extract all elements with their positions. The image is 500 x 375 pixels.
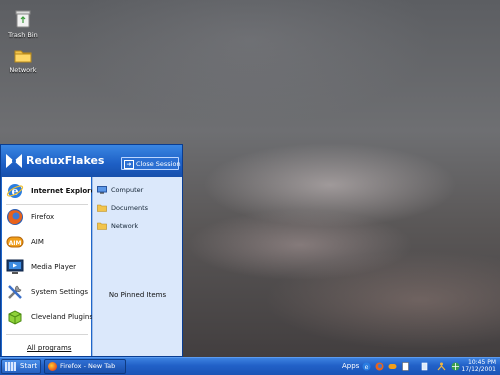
system-settings-icon [8,285,22,299]
program-aim[interactable]: AIM AIM [5,232,89,252]
task-firefox-new-tab[interactable]: Firefox - New Tab [44,359,126,374]
program-label: Media Player [31,263,77,271]
desktop-icon-label: Trash Bin [8,31,38,39]
program-label: Cleveland Plugins [31,313,94,321]
internet-explorer-icon: e [6,184,24,198]
network-icon [97,222,107,230]
close-session-label: Close Session [136,160,181,168]
apps-menu[interactable]: Apps [342,362,359,370]
start-label: Start [20,362,38,370]
firefox-icon [48,362,57,371]
clock-date: 17/12/2001 [461,366,496,373]
place-label: Network [111,222,139,230]
all-programs-link[interactable]: All programs [27,344,71,352]
aim-icon: AIM [6,236,24,248]
divider [6,334,88,335]
program-label: Internet Explorer [31,187,99,195]
logout-icon: ➜ [124,160,134,169]
program-label: System Settings [31,288,89,296]
place-label: Computer [111,186,144,194]
cleveland-plugins-icon [8,310,22,325]
desktop-icon-network[interactable]: Network [0,48,46,74]
program-firefox[interactable]: Firefox [5,207,89,227]
internet-explorer-icon[interactable]: e [362,362,371,371]
document-icon[interactable] [401,362,410,371]
computer-icon [97,186,107,194]
close-session-button[interactable]: ➜ Close Session [121,157,181,170]
start-menu: ReduxFlakes ➜ Close Session e Internet E… [0,144,183,357]
trash-bin-icon [15,10,31,28]
place-documents[interactable]: Documents [97,203,177,215]
clock-time: 10:45 PM [468,359,496,366]
start-menu-title: ReduxFlakes [26,154,105,167]
firefox-icon[interactable] [375,362,384,371]
program-label: Firefox [31,213,55,221]
desktop-icon-label: Network [9,66,37,74]
clock[interactable]: 10:45 PM 17/12/2001 [461,359,496,373]
program-label: AIM [31,238,44,246]
svg-text:e: e [365,364,369,371]
firefox-icon [7,209,23,225]
folder-icon [14,50,32,63]
program-system-settings[interactable]: System Settings [5,282,89,302]
divider [6,204,88,205]
place-network[interactable]: Network [97,221,177,233]
place-label: Documents [111,204,149,212]
place-computer[interactable]: Computer [97,185,177,197]
task-label: Firefox - New Tab [60,362,116,370]
snowflake-logo-icon [6,154,22,168]
program-internet-explorer[interactable]: e Internet Explorer [5,181,99,201]
display-icon[interactable] [420,362,429,371]
start-menu-header: ReduxFlakes ➜ Close Session [1,145,182,177]
media-player-icon [6,259,24,274]
start-icon [5,362,16,371]
program-media-player[interactable]: Media Player [5,257,89,277]
svg-text:AIM: AIM [9,240,22,247]
start-button[interactable]: Start [1,359,41,374]
documents-icon [97,204,107,212]
no-pinned-items: No Pinned Items [108,291,167,299]
person-icon[interactable] [437,362,446,371]
programs-pane: e Internet Explorer Firefox AIM AIM Medi… [2,177,99,356]
desktop-icon-trash-bin[interactable]: Trash Bin [0,10,46,39]
places-pane: Computer Documents Network No Pinned Ite… [92,177,182,356]
security-icon[interactable] [451,362,460,371]
aim-icon[interactable] [388,362,397,371]
program-cleveland-plugins[interactable]: Cleveland Plugins [5,307,93,327]
taskbar: Start Firefox - New Tab Apps e 10:45 PM … [0,357,500,375]
